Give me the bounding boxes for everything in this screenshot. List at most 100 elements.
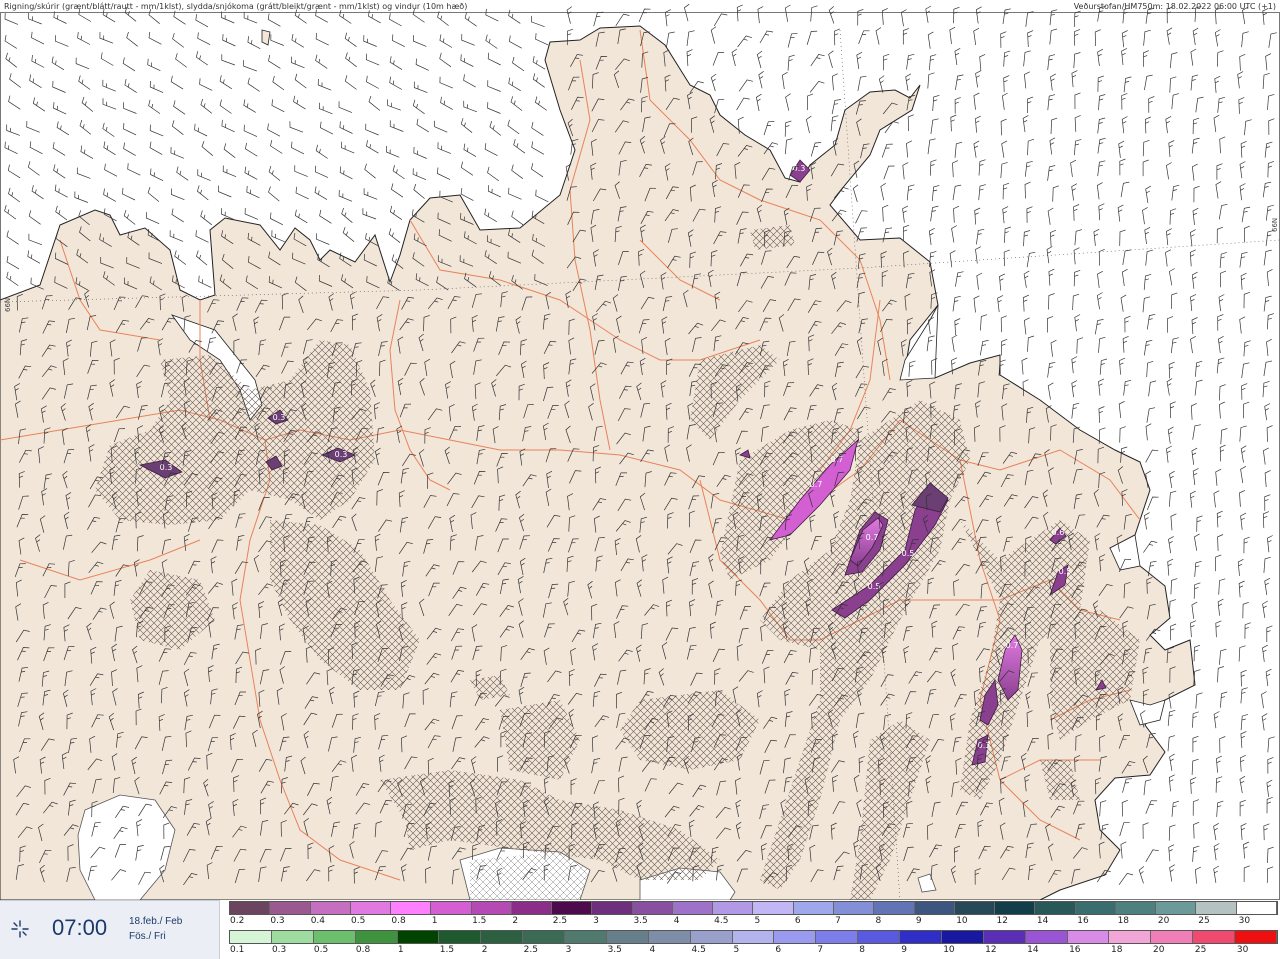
forecast-weekday: Fös./ Fri <box>129 931 166 942</box>
snow-label: 30 <box>1238 916 1251 926</box>
time-panel: 07:00 18.feb./ Feb Fös./ Fri <box>0 900 220 959</box>
rain-label: 4 <box>649 945 656 955</box>
rain-swatch <box>271 931 314 943</box>
rain-swatch <box>690 931 733 943</box>
snow-swatch <box>1236 902 1277 914</box>
precip-value-label: 0.7 <box>1006 641 1019 650</box>
rain-swatch <box>565 931 607 943</box>
snow-swatch <box>874 902 915 914</box>
snow-label: 6 <box>794 916 801 926</box>
rain-swatch <box>1235 931 1277 943</box>
snow-swatch <box>1075 902 1116 914</box>
precip-value-label: 0.5 <box>1059 567 1072 576</box>
rain-label: 0.5 <box>313 945 329 955</box>
snow-swatch <box>431 902 472 914</box>
model-run-info: Veðurstofan/HM750m: 18.02.2022 06:00 UTC… <box>1073 2 1276 11</box>
snow-swatch <box>1115 902 1157 914</box>
snow-label: 2 <box>512 916 519 926</box>
snow-swatch <box>350 902 392 914</box>
snow-label: 0.3 <box>270 916 285 926</box>
snow-swatch <box>632 902 673 914</box>
snow-swatch <box>230 902 271 914</box>
snow-swatch <box>672 902 714 914</box>
map-title: Rigning/skúrir (grænt/blátt/rautt - mm/1… <box>4 2 468 11</box>
precip-value-label: 0.3 <box>335 450 348 459</box>
snow-swatch <box>592 902 633 914</box>
rain-swatch <box>1025 931 1068 943</box>
snow-label: 0.4 <box>310 916 326 926</box>
rain-swatch <box>1067 931 1110 943</box>
snow-label: 4 <box>673 916 680 926</box>
precip-value-label: 0.5 <box>902 549 915 558</box>
rain-swatch <box>481 931 524 943</box>
rain-label: 1 <box>397 945 404 955</box>
rain-label: 16 <box>1069 945 1081 955</box>
rain-label: 7 <box>817 945 824 955</box>
rain-swatch <box>732 931 775 943</box>
precip-value-label: 0.3 <box>160 463 173 472</box>
latitude-label-right: 66N <box>1271 217 1279 232</box>
snow-color-scale <box>229 901 1278 915</box>
snow-label: 12 <box>996 916 1008 926</box>
snow-swatch <box>954 902 996 914</box>
rain-swatch <box>774 931 817 943</box>
snow-swatch <box>1156 902 1197 914</box>
rain-swatch <box>983 931 1026 943</box>
rain-swatch <box>900 931 942 943</box>
snow-swatch <box>713 902 754 914</box>
forecast-time: 07:00 <box>52 915 108 940</box>
snow-label: 0.8 <box>391 916 406 926</box>
precip-value-label: 0.7 <box>831 455 844 464</box>
rain-label: 2.5 <box>523 945 538 955</box>
rain-label: 12 <box>985 945 997 955</box>
snow-swatch <box>310 902 351 914</box>
spinner-icon[interactable] <box>10 919 30 939</box>
snow-label: 20 <box>1157 916 1170 926</box>
rain-swatch <box>355 931 398 943</box>
snow-swatch <box>753 902 794 914</box>
rain-swatch <box>230 931 272 943</box>
snow-label: 8 <box>875 916 882 926</box>
snow-label: 0.2 <box>230 916 245 926</box>
rain-swatch <box>523 931 565 943</box>
weather-map: 0.30.30.30.30.70.70.70.50.50.70.50.60.3 <box>0 0 1280 900</box>
rain-label: 5 <box>733 945 740 955</box>
rain-color-scale <box>229 930 1278 944</box>
rain-label: 14 <box>1027 945 1039 955</box>
rain-swatch <box>1151 931 1194 943</box>
precip-legend: 0.2 0.3 0.4 0.5 0.8 1 1.5 2 2.5 3 3.5 4 4.5 5 6 7 8 9 10 12… <box>229 901 1280 958</box>
snow-swatch <box>1196 902 1237 914</box>
rain-swatch <box>858 931 900 943</box>
rain-swatch <box>606 931 649 943</box>
snow-label: 14 <box>1036 916 1049 926</box>
snow-swatch <box>833 902 875 914</box>
rain-scale-labels: 0.1 0.3 0.5 0.8 1 1.5 2 2.5 3 3.5 4 4.5 5 6 7 8 9 10 12 14 1… <box>229 945 1278 957</box>
rain-label: 3.5 <box>607 945 622 955</box>
snow-label: 10 <box>956 916 968 926</box>
snow-swatch <box>511 902 553 914</box>
snow-label: 0.5 <box>351 916 366 926</box>
rain-label: 18 <box>1111 945 1123 955</box>
rain-swatch <box>439 931 482 943</box>
rain-swatch <box>1109 931 1152 943</box>
rain-label: 0.3 <box>271 945 287 955</box>
snow-label: 4.5 <box>714 916 729 926</box>
snow-scale-labels: 0.2 0.3 0.4 0.5 0.8 1 1.5 2 2.5 3 3.5 4 4.5 5 6 7 8 9 10 12… <box>229 916 1278 928</box>
snow-label: 3.5 <box>633 916 648 926</box>
rain-label: 1.5 <box>439 945 455 955</box>
snow-swatch <box>471 902 512 914</box>
rain-label: 30 <box>1236 945 1249 955</box>
snow-swatch <box>914 902 955 914</box>
snow-label: 25 <box>1198 916 1210 926</box>
snow-swatch <box>552 902 593 914</box>
latitude-label-left: 66N <box>4 297 12 312</box>
rain-swatch <box>941 931 984 943</box>
rain-label: 9 <box>901 945 907 955</box>
snow-label: 2.5 <box>552 916 568 926</box>
rain-label: 3 <box>565 945 572 955</box>
snow-label: 1.5 <box>472 916 487 926</box>
snow-label: 3 <box>593 916 599 926</box>
rain-swatch <box>1193 931 1235 943</box>
rain-swatch <box>648 931 691 943</box>
snow-label: 5 <box>754 916 761 926</box>
